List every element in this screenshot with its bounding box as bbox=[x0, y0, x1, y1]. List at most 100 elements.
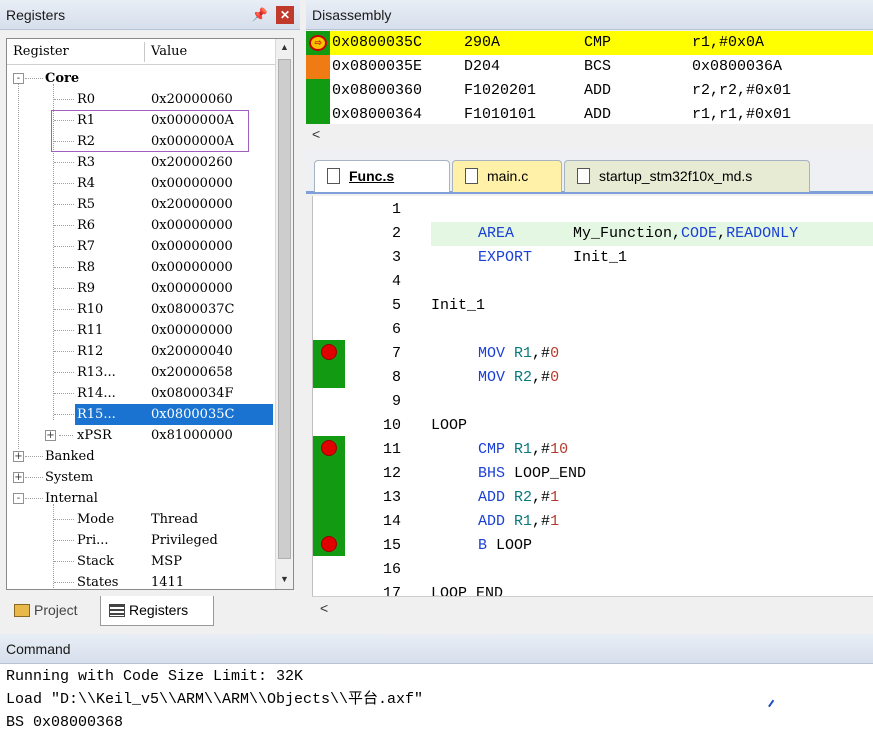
line-number-row: 1 bbox=[313, 198, 873, 222]
code-line-14[interactable]: ADD R1,#1 bbox=[313, 510, 873, 534]
register-row[interactable]: R9 0x00000000 bbox=[7, 278, 275, 299]
register-row[interactable]: R5 0x20000000 bbox=[7, 194, 275, 215]
disassembly-hscrollbar[interactable]: < bbox=[306, 124, 873, 144]
disassembly-line[interactable]: ⇨ 0x0800035C 290A CMP r1,#0x0A bbox=[306, 31, 873, 55]
scroll-thumb[interactable] bbox=[278, 59, 291, 559]
register-value: 0x20000040 bbox=[151, 344, 233, 359]
command-panel: Command Running with Code Size Limit: 32… bbox=[0, 634, 873, 734]
registers-tree[interactable]: Register Value - Core R0 0x20000060 R1 0x0000… bbox=[6, 38, 294, 590]
tree-line bbox=[25, 78, 43, 79]
keyword: ADD bbox=[478, 513, 506, 530]
tab-registers[interactable]: Registers bbox=[100, 596, 214, 626]
pin-icon[interactable]: 📌 bbox=[252, 0, 268, 30]
command-header: Command bbox=[0, 634, 873, 664]
register-row[interactable]: Stack MSP bbox=[7, 551, 275, 572]
tab-main-c[interactable]: main.c bbox=[452, 160, 562, 192]
number: 0 bbox=[550, 369, 560, 386]
tree-line bbox=[54, 309, 74, 310]
register-row[interactable]: R15... 0x0800035C bbox=[7, 404, 275, 425]
register-row[interactable]: Mode Thread bbox=[7, 509, 275, 530]
keyword: CMP bbox=[478, 441, 506, 458]
registers-panel: Registers 📌 ✕ Register Value - Core R0 0x20… bbox=[0, 0, 300, 628]
collapse-icon[interactable]: - bbox=[13, 493, 24, 504]
tree-line bbox=[54, 414, 74, 415]
disassembly-listing[interactable]: ⇨ 0x0800035C 290A CMP r1,#0x0A 0x0800035E D204… bbox=[306, 31, 873, 125]
disassembly-line[interactable]: 0x08000360 F1020201 ADD r2,r2,#0x01 bbox=[306, 79, 873, 103]
code-line-12[interactable]: BHS LOOP_END bbox=[313, 462, 873, 486]
register-row[interactable]: R4 0x00000000 bbox=[7, 173, 275, 194]
register-row[interactable]: R8 0x00000000 bbox=[7, 257, 275, 278]
register-row[interactable]: R6 0x00000000 bbox=[7, 215, 275, 236]
code-line-10[interactable]: LOOP bbox=[313, 414, 873, 438]
file-icon bbox=[577, 168, 590, 184]
label: LOOP_END bbox=[431, 585, 504, 596]
disassembly-ops: r1,#0x0A bbox=[692, 34, 765, 51]
punct: , bbox=[672, 225, 682, 242]
scroll-left-icon[interactable]: < bbox=[320, 597, 328, 619]
register-value: 0x00000000 bbox=[151, 176, 233, 191]
scroll-left-icon[interactable]: < bbox=[312, 124, 320, 144]
project-icon bbox=[14, 604, 30, 617]
tree-line bbox=[54, 582, 74, 583]
command-output[interactable]: Running with Code Size Limit: 32K Load "… bbox=[0, 664, 873, 734]
tab-project[interactable]: Project bbox=[6, 596, 96, 626]
file-icon bbox=[327, 168, 340, 184]
registers-scrollbar[interactable]: ▲ ▼ bbox=[275, 39, 293, 589]
register-value: 0x20000260 bbox=[151, 155, 233, 170]
register-row[interactable]: R10 0x0800037C bbox=[7, 299, 275, 320]
editor-hscrollbar[interactable]: < bbox=[312, 596, 873, 620]
collapse-icon[interactable]: - bbox=[13, 73, 24, 84]
line-number: 6 bbox=[391, 321, 401, 338]
keyword: MOV bbox=[478, 369, 506, 386]
tree-line bbox=[54, 561, 74, 562]
tab-func-s[interactable]: Func.s bbox=[314, 160, 450, 192]
scroll-up-icon[interactable]: ▲ bbox=[276, 39, 293, 56]
registers-title: Registers bbox=[6, 7, 66, 23]
expand-icon[interactable]: + bbox=[13, 451, 24, 462]
register-value: 0x81000000 bbox=[151, 428, 233, 443]
disassembly-line[interactable]: 0x08000364 F1010101 ADD r1,r1,#0x01 bbox=[306, 103, 873, 125]
keyword: ADD bbox=[478, 489, 506, 506]
code-line-11[interactable]: CMP R1,#10 bbox=[313, 438, 873, 462]
register-row[interactable]: + xPSR 0x81000000 bbox=[7, 425, 275, 446]
number: 0 bbox=[550, 345, 560, 362]
code-editor[interactable]: 1 2 3 4 5 6 7 8 9 10 11 12 13 14 15 16 17 AREA My_Functi… bbox=[312, 196, 873, 596]
register-row[interactable]: R12 0x20000040 bbox=[7, 341, 275, 362]
keyword: MOV bbox=[478, 345, 506, 362]
code-line-17[interactable]: LOOP_END bbox=[313, 582, 873, 596]
register-row[interactable]: R14... 0x0800034F bbox=[7, 383, 275, 404]
code-line-13[interactable]: ADD R2,#1 bbox=[313, 486, 873, 510]
code-line-3[interactable]: EXPORT Init_1 bbox=[313, 246, 873, 270]
register-row[interactable]: R7 0x00000000 bbox=[7, 236, 275, 257]
disassembly-line[interactable]: 0x0800035E D204 BCS 0x0800036A bbox=[306, 55, 873, 79]
close-icon[interactable]: ✕ bbox=[276, 6, 294, 24]
code-line-15[interactable]: B LOOP bbox=[313, 534, 873, 558]
code-line-8[interactable]: MOV R2,#0 bbox=[313, 366, 873, 390]
register-row[interactable]: R13... 0x20000658 bbox=[7, 362, 275, 383]
expand-icon[interactable]: + bbox=[13, 472, 24, 483]
register-row[interactable]: States 1411 bbox=[7, 572, 275, 589]
column-register[interactable]: Register bbox=[7, 42, 145, 62]
tree-group-label[interactable]: Core bbox=[45, 68, 79, 89]
register-value: Privileged bbox=[151, 533, 218, 548]
disassembly-code: 290A bbox=[464, 34, 501, 51]
tree-line bbox=[54, 267, 74, 268]
code-line-7[interactable]: MOV R1,#0 bbox=[313, 342, 873, 366]
tab-startup-file[interactable]: startup_stm32f10x_md.s bbox=[564, 160, 810, 192]
code-line-5[interactable]: Init_1 bbox=[313, 294, 873, 318]
expand-icon[interactable]: + bbox=[45, 430, 56, 441]
tree-group-label[interactable]: Banked bbox=[45, 446, 95, 467]
register-row[interactable]: R3 0x20000260 bbox=[7, 152, 275, 173]
tree-group-label[interactable]: System bbox=[45, 467, 93, 488]
register-value: Thread bbox=[151, 512, 199, 527]
execution-marker bbox=[306, 55, 330, 79]
punct: , bbox=[717, 225, 727, 242]
register: R1 bbox=[514, 513, 533, 530]
scroll-down-icon[interactable]: ▼ bbox=[276, 571, 293, 588]
register-value: 0x0800034F bbox=[151, 386, 234, 401]
register-row[interactable]: R0 0x20000060 bbox=[7, 89, 275, 110]
register-row[interactable]: R11 0x00000000 bbox=[7, 320, 275, 341]
code-line-2[interactable]: AREA My_Function,CODE,READONLY bbox=[313, 222, 873, 246]
register-row[interactable]: Pri... Privileged bbox=[7, 530, 275, 551]
column-value[interactable]: Value bbox=[145, 42, 275, 62]
